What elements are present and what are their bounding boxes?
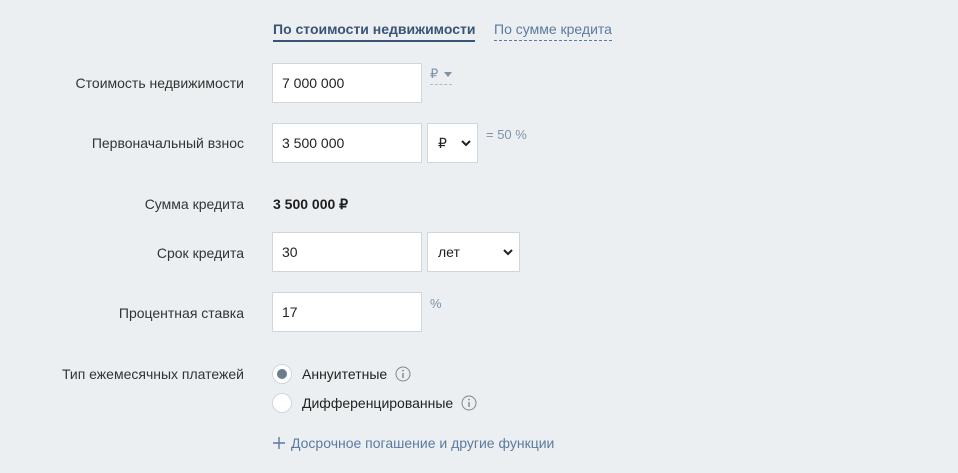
annuity-radio-label: Аннуитетные (302, 366, 388, 382)
down-payment-percent: = 50 % (486, 127, 527, 142)
caret-down-icon (443, 71, 452, 77)
loan-amount-value: 3 500 000 ₽ (273, 196, 349, 212)
early-repayment-link[interactable]: Досрочное погашение и другие функции (273, 435, 554, 451)
interest-rate-unit: % (430, 296, 442, 311)
differentiated-radio-label: Дифференцированные (302, 395, 454, 411)
differentiated-radio[interactable] (272, 393, 292, 413)
info-icon[interactable] (461, 395, 477, 411)
info-icon[interactable] (395, 366, 411, 382)
loan-term-label: Срок кредита (156, 245, 244, 261)
interest-rate-label: Процентная ставка (118, 305, 244, 321)
down-payment-unit-select[interactable]: ₽ (427, 123, 478, 163)
loan-term-unit-value: лет (438, 244, 460, 260)
loan-term-unit-select[interactable]: лет (427, 232, 520, 272)
early-repayment-link-label: Досрочное погашение и другие функции (291, 435, 555, 451)
tab-by-property-cost[interactable]: По стоимости недвижимости (273, 21, 476, 42)
property-cost-currency-label: ₽ (430, 66, 439, 81)
chevron-down-icon (461, 140, 471, 147)
down-payment-input[interactable]: 3 500 000 (272, 123, 422, 163)
down-payment-unit-value: ₽ (438, 135, 447, 151)
annuity-radio[interactable] (272, 364, 292, 384)
interest-rate-input[interactable]: 17 (272, 292, 422, 332)
down-payment-label: Первоначальный взнос (91, 135, 244, 151)
payment-type-annuity-option[interactable]: Аннуитетные (272, 363, 411, 385)
plus-icon (273, 437, 285, 449)
property-cost-label: Стоимость недвижимости (75, 75, 244, 91)
payment-type-label: Тип ежемесячных платежей (61, 366, 244, 382)
chevron-down-icon (503, 249, 513, 256)
loan-term-input[interactable]: 30 (272, 232, 422, 272)
property-cost-input[interactable]: 7 000 000 (272, 63, 422, 103)
loan-amount-label: Сумма кредита (144, 196, 244, 212)
tab-by-loan-amount[interactable]: По сумме кредита (494, 21, 612, 41)
property-cost-currency-dropdown[interactable]: ₽ (430, 66, 452, 85)
payment-type-differentiated-option[interactable]: Дифференцированные (272, 392, 477, 414)
